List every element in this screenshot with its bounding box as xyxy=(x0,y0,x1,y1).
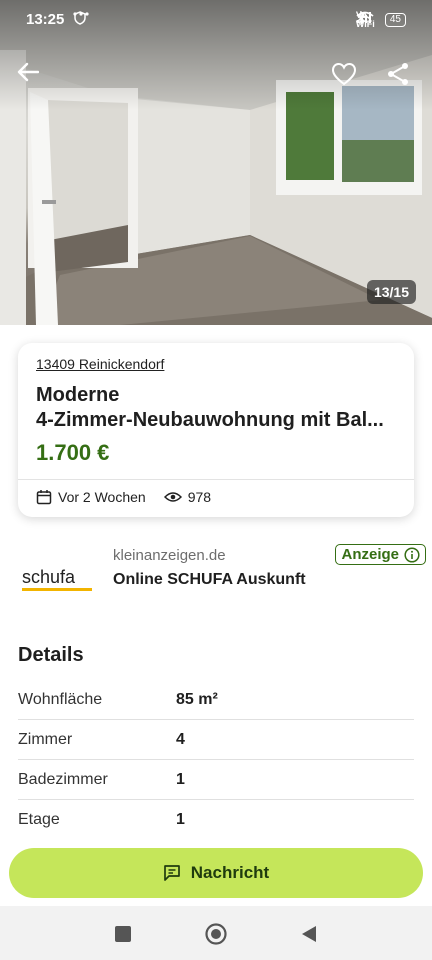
details-table: Wohnfläche 85 m² Zimmer 4 Badezimmer 1 E… xyxy=(18,680,414,840)
more-dots-icon xyxy=(73,12,89,16)
calendar-icon xyxy=(36,490,52,505)
detail-value: 4 xyxy=(176,730,185,748)
status-time: 13:25 xyxy=(26,11,65,28)
details-row: Zimmer 4 xyxy=(18,720,414,760)
detail-label: Zimmer xyxy=(18,730,73,748)
listing-title: Moderne 4-Zimmer-Neubauwohnung mit Bal..… xyxy=(36,383,406,433)
share-button[interactable] xyxy=(386,62,416,92)
details-row: Badezimmer 1 xyxy=(18,760,414,800)
status-right-icons: Vo WiFi 45 xyxy=(356,11,406,29)
room-illustration xyxy=(0,0,432,325)
home-circle-icon xyxy=(205,923,227,945)
detail-value: 1 xyxy=(176,810,185,828)
details-row: Etage 1 xyxy=(18,800,414,840)
detail-label: Etage xyxy=(18,810,60,828)
heart-icon xyxy=(331,62,357,86)
status-bar: 13:25 Vo WiFi 45 xyxy=(0,0,432,40)
detail-value: 1 xyxy=(176,770,185,788)
location-link[interactable]: 13409 Reinickendorf xyxy=(36,356,164,372)
ad-title: Online SCHUFA Auskunft xyxy=(113,571,306,588)
details-row: Wohnfläche 85 m² xyxy=(18,680,414,720)
message-button-label: Nachricht xyxy=(190,863,270,882)
home-button[interactable] xyxy=(204,922,228,946)
ad-badge[interactable]: Anzeige xyxy=(335,544,426,565)
listing-title-line1: Moderne xyxy=(36,384,120,406)
message-icon xyxy=(163,865,180,881)
photo-counter: 13/15 xyxy=(366,280,416,304)
back-button[interactable] xyxy=(17,62,47,92)
recents-button[interactable] xyxy=(111,922,135,946)
system-nav-bar xyxy=(0,906,432,960)
eye-icon xyxy=(163,492,182,502)
view-count-text: 978 xyxy=(187,489,212,505)
info-icon xyxy=(404,546,420,563)
listing-meta: Vor 2 Wochen 978 xyxy=(36,489,229,505)
listing-title-line2: 4-Zimmer-Neubauwohnung mit Bal... xyxy=(36,409,384,431)
posted-date-text: Vor 2 Wochen xyxy=(58,489,146,505)
detail-label: Badezimmer xyxy=(18,770,108,788)
view-count: 978 xyxy=(163,489,212,505)
square-icon xyxy=(115,926,131,942)
wifi-icon xyxy=(356,11,374,23)
battery-indicator: 45 xyxy=(384,13,406,27)
listing-photo[interactable]: 13:25 Vo WiFi 45 13/15 xyxy=(0,0,432,325)
posted-date: Vor 2 Wochen xyxy=(36,489,146,505)
bottom-action-bar: Nachricht xyxy=(0,838,432,906)
message-button[interactable]: Nachricht xyxy=(9,848,423,898)
back-nav-button[interactable] xyxy=(297,922,321,946)
schufa-logo: schufa xyxy=(22,567,96,592)
ad-badge-label: Anzeige xyxy=(341,546,399,563)
detail-value: 85 m² xyxy=(176,690,218,708)
ad-banner[interactable]: schufa kleinanzeigen.de Online SCHUFA Au… xyxy=(0,540,432,610)
detail-label: Wohnfläche xyxy=(18,690,103,708)
triangle-back-icon xyxy=(302,926,316,942)
details-heading: Details xyxy=(18,644,84,666)
listing-summary-card: 13409 Reinickendorf Moderne 4-Zimmer-Neu… xyxy=(18,343,414,517)
favorite-button[interactable] xyxy=(331,62,361,92)
schufa-logo-text: schufa xyxy=(22,568,76,587)
share-icon xyxy=(388,63,408,85)
ad-domain: kleinanzeigen.de xyxy=(113,547,226,564)
card-divider xyxy=(18,479,414,480)
arrow-left-icon xyxy=(17,62,39,82)
listing-price: 1.700 € xyxy=(36,440,110,465)
